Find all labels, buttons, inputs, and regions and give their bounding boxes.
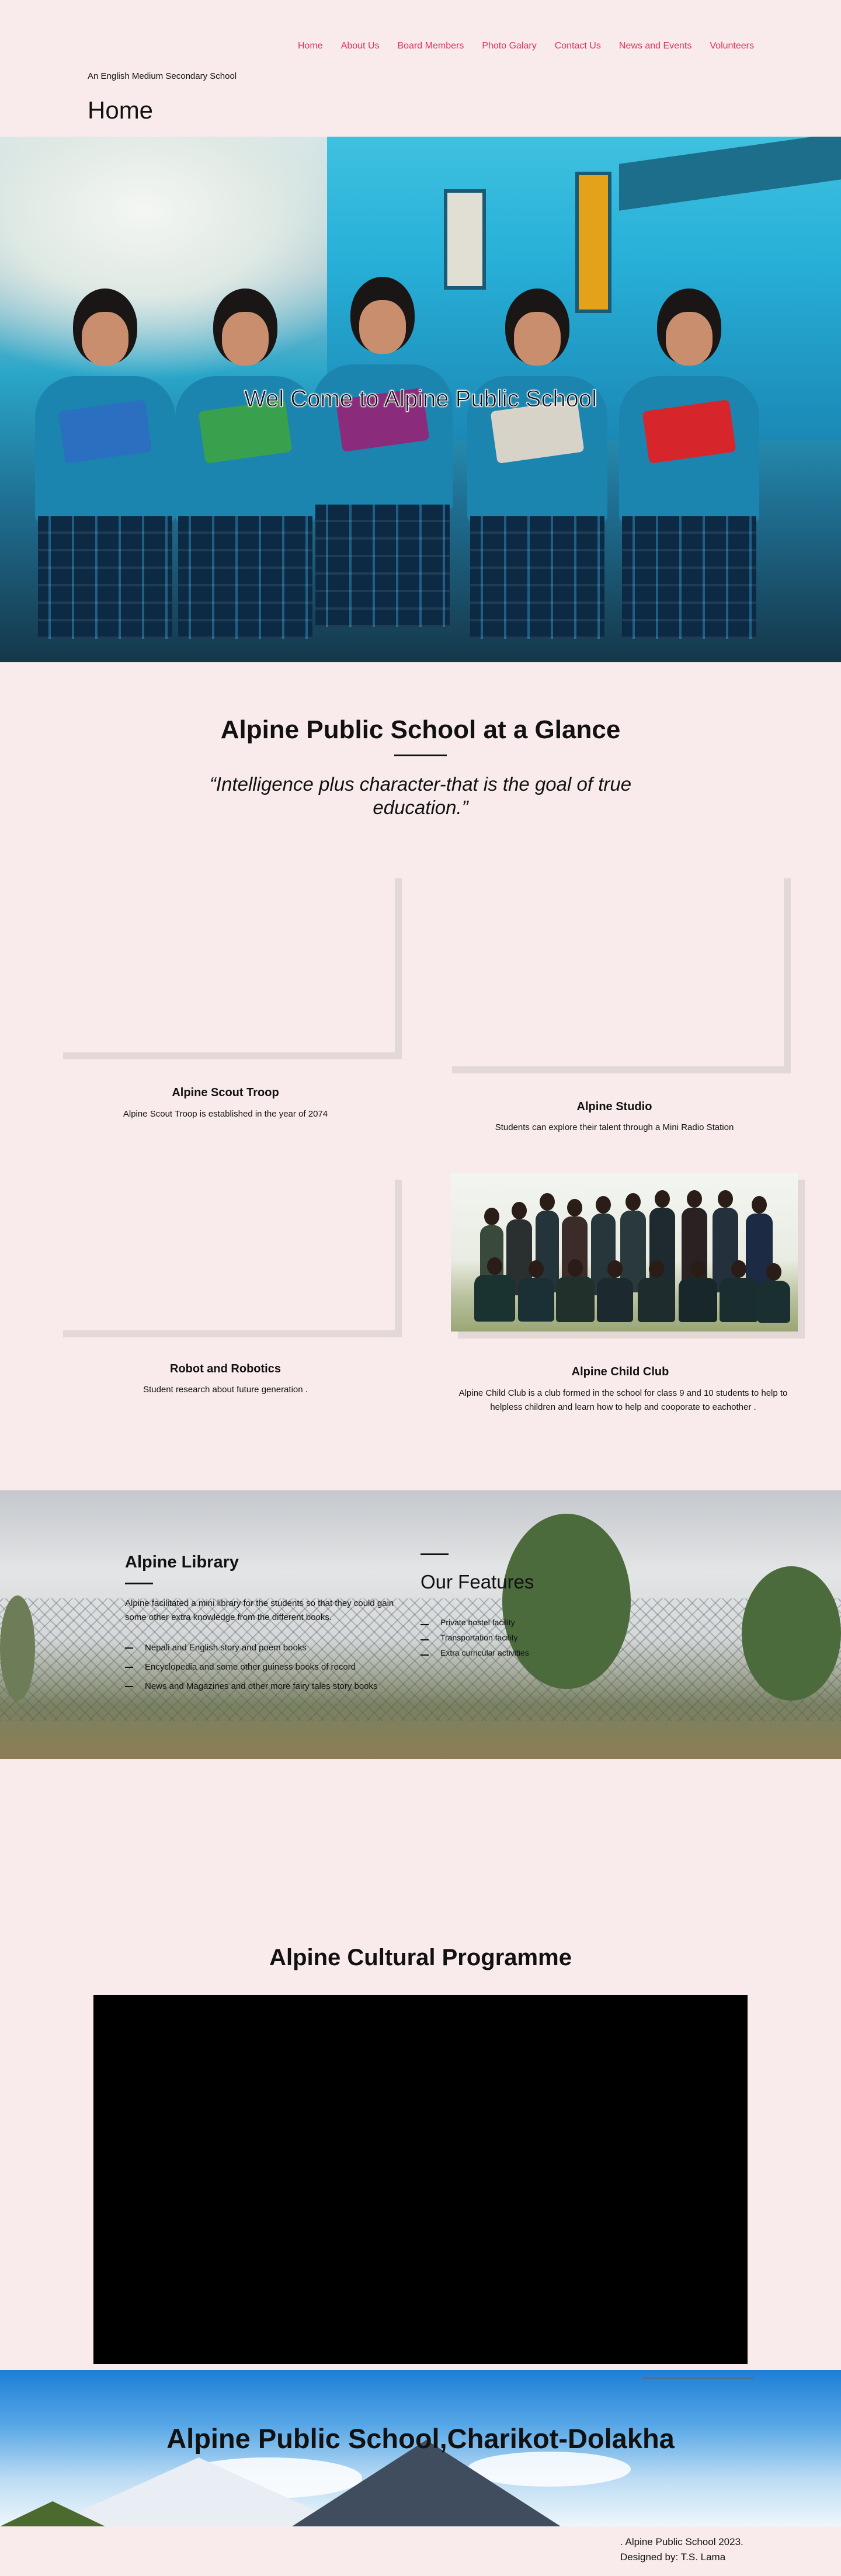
site-tagline: An English Medium Secondary School — [88, 71, 237, 81]
list-item: Transportation facility — [420, 1630, 642, 1645]
hero-student — [35, 288, 175, 662]
features-list: Private hostel facility Transportation f… — [420, 1615, 642, 1660]
list-item: Private hostel facility — [420, 1615, 642, 1630]
card-description: Students can explore their talent throug… — [495, 1122, 734, 1132]
nav-volunteers[interactable]: Volunteers — [710, 41, 754, 51]
nav-board-members[interactable]: Board Members — [398, 41, 464, 51]
cultural-title: Alpine Cultural Programme — [269, 1945, 572, 1970]
banner-title: Alpine Public School,Charikot-Dolakha — [166, 2423, 675, 2454]
background-tree — [742, 1566, 841, 1701]
background-tree — [502, 1514, 631, 1689]
footer-credits: . Alpine Public School 2023. Designed by… — [620, 2535, 743, 2565]
hero-student — [175, 288, 315, 662]
glance-quote: “Intelligence plus character-that is the… — [209, 773, 632, 818]
nav-about-us[interactable]: About Us — [341, 41, 380, 51]
card-title: Alpine Studio — [576, 1100, 652, 1113]
nav-home[interactable]: Home — [298, 41, 323, 51]
video-player[interactable] — [93, 1995, 748, 2364]
hero-student — [619, 288, 759, 662]
hero-image: Wel Come to Alpine Public School — [0, 137, 841, 662]
child-club-image — [451, 1173, 798, 1332]
main-nav: Home About Us Board Members Photo Galary… — [298, 41, 772, 51]
hero-window — [444, 189, 486, 290]
banner-divider — [642, 2377, 753, 2379]
list-item: Nepali and English story and poem books — [125, 1638, 399, 1657]
card-description: Student research about future generation… — [143, 1385, 308, 1395]
footer-banner: Alpine Public School,Charikot-Dolakha — [0, 2370, 841, 2526]
card-title: Alpine Scout Troop — [172, 1086, 279, 1099]
library-divider — [125, 1583, 153, 1584]
list-item: Encyclopedia and some other guiness book… — [125, 1657, 399, 1677]
nav-photo-gallery[interactable]: Photo Galary — [482, 41, 536, 51]
scout-troop-image — [56, 871, 395, 1052]
glance-title: Alpine Public School at a Glance — [220, 715, 621, 744]
footer-copyright: . Alpine Public School 2023. — [620, 2536, 743, 2547]
card-title: Alpine Child Club — [571, 1365, 669, 1378]
card-description: Alpine Child Club is a club formed in th… — [458, 1388, 788, 1412]
features-divider — [420, 1553, 449, 1555]
hero-student — [467, 288, 607, 662]
hill — [0, 2501, 105, 2526]
footer-designer: Designed by: T.S. Lama — [620, 2551, 726, 2563]
hero-title: Wel Come to Alpine Public School — [244, 386, 597, 412]
list-item: Extra curricular activities — [420, 1645, 642, 1660]
page-title: Home — [88, 96, 154, 124]
card-description: Alpine Scout Troop is established in the… — [123, 1109, 328, 1119]
list-item: News and Magazines and other more fairy … — [125, 1677, 399, 1696]
studio-image — [445, 871, 784, 1066]
robotics-image — [56, 1173, 395, 1330]
nav-news-events[interactable]: News and Events — [619, 41, 692, 51]
library-features-section: Alpine Library Alpine facilitated a mini… — [0, 1490, 841, 1759]
library-list: Nepali and English story and poem books … — [125, 1638, 399, 1696]
background-tree — [0, 1595, 35, 1701]
library-text: Alpine facilitated a mini library for th… — [125, 1598, 394, 1622]
hero-student — [312, 277, 453, 662]
library-title: Alpine Library — [125, 1553, 239, 1572]
glance-divider — [394, 755, 447, 756]
nav-contact-us[interactable]: Contact Us — [555, 41, 601, 51]
features-title: Our Features — [420, 1571, 534, 1593]
card-title: Robot and Robotics — [170, 1362, 281, 1375]
